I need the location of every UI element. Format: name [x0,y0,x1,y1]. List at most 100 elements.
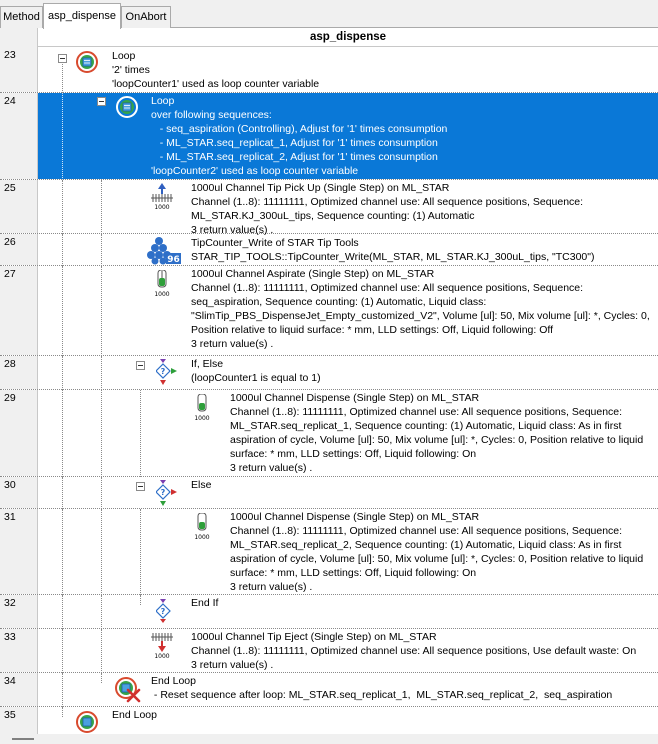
step-row-26[interactable]: 26 96 TipCounter_Write of STAR Tip Tools… [0,234,658,266]
step-detail: 3 return value(s) . [230,462,313,474]
step-detail: 'loopCounter2' used as loop counter vari… [151,165,359,177]
step-number: 26 [0,234,38,265]
step-row-35[interactable]: 35 End Loop [0,707,658,734]
step-title: If, Else [191,358,224,370]
step-detail: - ML_STAR.seq_replicat_1, Adjust for '1'… [151,137,438,149]
step-row-34[interactable]: 34 End Loop - Reset sequence after loop:… [0,673,658,707]
dispense-icon: 1000 [194,513,210,541]
step-row-30[interactable]: 30 ? Else [0,477,658,509]
step-title: End Loop [112,709,157,721]
tab-label: OnAbort [125,11,167,23]
step-row-29[interactable]: 29 1000 1000ul Channel Dispense (Single … [0,390,658,477]
loop-icon [116,96,138,118]
tree-line [62,266,63,356]
step-detail: '2' times [112,64,150,76]
tree-line [101,234,102,266]
step-row-25[interactable]: 25 1000 1000ul Channel Tip Pick Up (Sing… [0,180,658,236]
tip-counter-icon: 96 [147,237,181,265]
step-detail: aspiration of cycle, Volume [ul]: 50, Mi… [230,434,644,446]
tree-line [101,629,102,673]
step-content: ? End If [38,595,658,629]
step-content: Loop '2' times 'loopCounter1' used as lo… [38,47,658,93]
tree-line [140,509,141,595]
step-row-28[interactable]: 28 ? If, Else (loopCounter1 is equal to … [0,356,658,390]
svg-text:?: ? [161,607,166,616]
if-else-icon: ? [156,359,177,385]
tab-label: asp_dispense [48,10,116,22]
step-content: 1000 1000ul Channel Tip Eject (Single St… [38,629,658,673]
step-number: 31 [0,509,38,594]
step-detail: ML_STAR.KJ_300uL_tips, Sequence counting… [191,210,475,222]
else-icon: ? [156,480,177,506]
resize-grip[interactable] [12,738,34,740]
dispense-icon: 1000 [194,394,210,422]
step-detail: - seq_aspiration (Controlling), Adjust f… [151,123,448,135]
tip-eject-icon: 1000 [151,633,173,659]
step-detail: STAR_TIP_TOOLS::TipCounter_Write(ML_STAR… [191,251,595,263]
step-detail: Channel (1..8): 11111111, Optimized chan… [191,282,584,294]
step-content: ? If, Else (loopCounter1 is equal to 1) [38,356,658,390]
tab-label: Method [3,11,40,23]
icon-label: 1000 [154,204,169,210]
step-row-31[interactable]: 31 1000 1000ul Channel Dispense (Single … [0,509,658,595]
step-detail: (loopCounter1 is equal to 1) [191,372,321,384]
aspirate-icon: 1000 [154,270,170,298]
step-content: End Loop - Reset sequence after loop: ML… [38,673,658,707]
tab-asp-dispense[interactable]: asp_dispense [43,3,121,29]
step-detail: over following sequences: [151,109,272,121]
grid-title: asp_dispense [309,31,387,43]
step-number: 33 [0,629,38,672]
collapse-toggle[interactable] [97,97,106,106]
tab-bar: Method asp_dispense OnAbort [0,0,658,29]
icon-label: 96 [167,255,180,265]
step-number: 35 [0,707,38,734]
end-loop-icon [76,711,98,733]
step-title: Loop [112,50,136,62]
step-number: 24 [0,93,38,179]
step-row-32[interactable]: 32 ? End If [0,595,658,629]
step-number: 23 [0,47,38,92]
step-title: Loop [151,95,175,107]
tree-line [62,595,63,629]
step-title: 1000ul Channel Tip Pick Up (Single Step)… [191,182,450,194]
step-row-33[interactable]: 33 1000 1000ul Channel Tip Eject (Single… [0,629,658,673]
step-content: 1000 1000ul Channel Tip Pick Up (Single … [38,180,658,236]
step-number: 25 [0,180,38,233]
step-detail: surface: * mm, LLD settings: Off, Liquid… [230,448,477,460]
tab-method[interactable]: Method [0,6,43,28]
step-row-23[interactable]: 23 Loop '2' times 'loopCounter1' used as… [0,47,658,93]
collapse-toggle[interactable] [58,54,67,63]
tree-line [62,64,63,93]
loop-icon [76,51,98,73]
svg-text:?: ? [161,367,166,376]
step-number: 30 [0,477,38,508]
end-if-icon: ? [156,599,171,623]
tree-line [62,390,63,477]
tree-line [140,595,141,605]
tree-line [101,266,102,356]
tab-onabort[interactable]: OnAbort [121,6,171,28]
collapse-toggle[interactable] [136,482,145,491]
step-row-27[interactable]: 27 1000 1000ul Channel Aspirate (Single … [0,266,658,356]
tree-line [101,477,102,509]
step-title: TipCounter_Write of STAR Tip Tools [191,237,359,249]
step-content: 96 TipCounter_Write of STAR Tip Tools ST… [38,234,658,266]
tree-line [101,509,102,595]
step-content: End Loop [38,707,658,734]
step-title: 1000ul Channel Dispense (Single Step) on… [230,392,480,404]
step-number: 28 [0,356,38,389]
collapse-toggle[interactable] [136,361,145,370]
tree-line [101,180,102,234]
step-title: 1000ul Channel Dispense (Single Step) on… [230,511,480,523]
step-detail: 'loopCounter1' used as loop counter vari… [112,78,320,90]
step-detail: Channel (1..8): 11111111, Optimized chan… [230,406,623,418]
step-content: 1000 1000ul Channel Dispense (Single Ste… [38,390,658,477]
step-detail: ML_STAR.seq_replicat_2, Sequence countin… [230,539,622,551]
step-detail: seq_aspiration, Sequence counting: (1) A… [191,296,487,308]
tree-line [140,390,141,477]
step-number: 34 [0,673,38,706]
tree-line [101,356,102,390]
tip-pickup-icon: 1000 [151,183,173,210]
step-row-24[interactable]: 24 Loop over following sequences: - seq_… [0,93,658,180]
tree-line [62,180,63,234]
